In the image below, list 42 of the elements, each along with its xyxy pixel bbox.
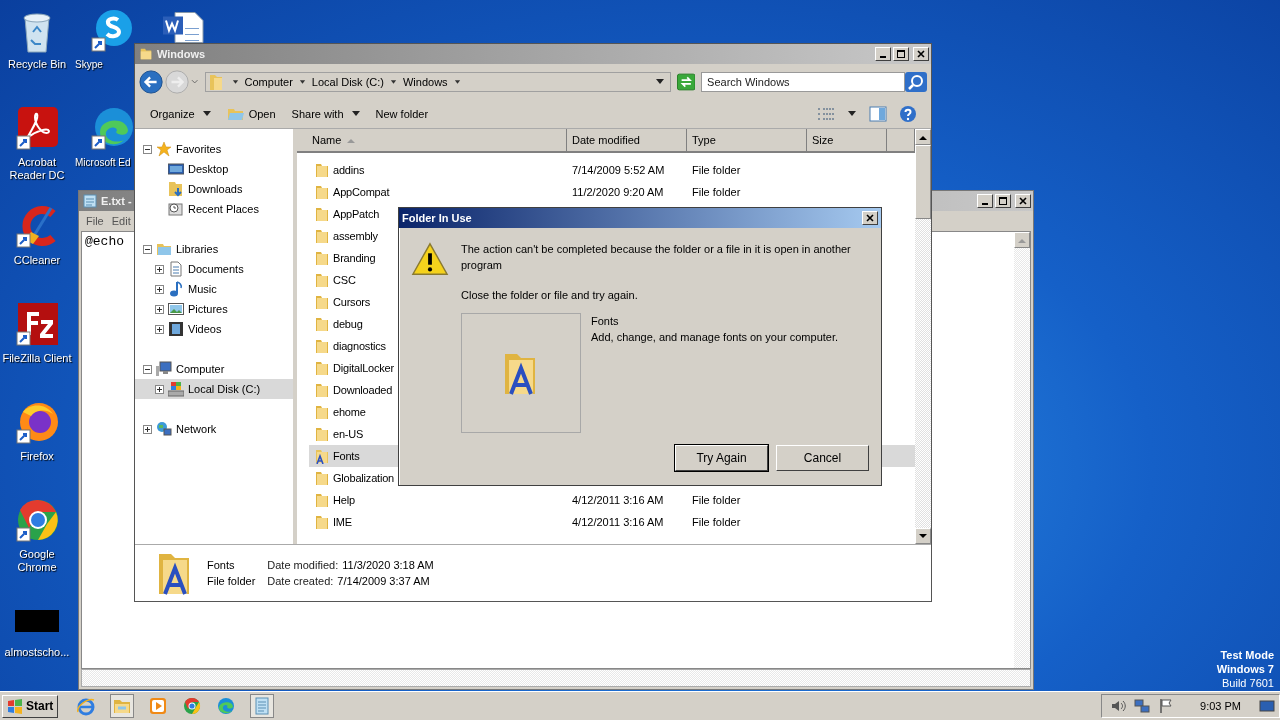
- file-name: CSC: [333, 274, 356, 286]
- date-cell-text: 4/12/2011 3:16 AM: [571, 494, 665, 506]
- field-label: Date created:: [267, 575, 334, 587]
- file-name: AppPatch: [333, 208, 380, 220]
- error-message: The action can't be completed because the folder or a file in it is open in another program: [461, 242, 852, 273]
- file-name: Globalization: [333, 472, 394, 484]
- file-name: debug: [333, 318, 363, 330]
- file-name: Help: [333, 494, 355, 506]
- window-title: Windows: [157, 48, 206, 60]
- file-name: addins: [333, 164, 365, 176]
- hint-text: Close the folder or file and try again.: [461, 288, 639, 303]
- file-name: Cursors: [333, 296, 371, 308]
- file-name: ehome: [333, 406, 366, 418]
- field-label: Date modified:: [267, 559, 339, 571]
- item-name: Fonts: [207, 559, 236, 571]
- date-cell-text: 11/2/2020 9:20 AM: [571, 186, 665, 198]
- os-version-text: Windows 7: [1216, 662, 1274, 676]
- file-name: AppCompat: [333, 186, 390, 198]
- type-cell-text: File folder: [691, 516, 742, 528]
- field-value: 11/3/2020 3:18 AM: [342, 559, 434, 571]
- item-description: Add, change, and manage fonts on your computer.: [591, 330, 839, 345]
- dialog-title: Folder In Use: [402, 212, 472, 224]
- field-value: 7/14/2009 3:37 AM: [337, 575, 430, 587]
- file-name: IME: [333, 516, 352, 528]
- file-name: assembly: [333, 230, 378, 242]
- file-name: Downloaded: [333, 384, 393, 396]
- file-name: Branding: [333, 252, 376, 264]
- type-cell-text: File folder: [691, 186, 742, 198]
- os-version-text: Test Mode: [1220, 648, 1274, 662]
- text-content: @echo: [85, 234, 124, 249]
- file-name: Fonts: [333, 450, 360, 462]
- file-name: en-US: [333, 428, 364, 440]
- type-cell-text: File folder: [691, 164, 742, 176]
- item-type: File folder: [207, 575, 256, 587]
- date-cell-text: 7/14/2009 5:52 AM: [571, 164, 666, 176]
- type-cell-text: File folder: [691, 494, 742, 506]
- item-name: Fonts: [591, 314, 620, 329]
- window-title: E.txt -: [101, 195, 132, 207]
- date-cell-text: 4/12/2011 3:16 AM: [571, 516, 665, 528]
- file-name: diagnostics: [333, 340, 386, 352]
- file-name: DigitalLocker: [333, 362, 394, 374]
- os-version-text: Build 7601: [1222, 676, 1274, 690]
